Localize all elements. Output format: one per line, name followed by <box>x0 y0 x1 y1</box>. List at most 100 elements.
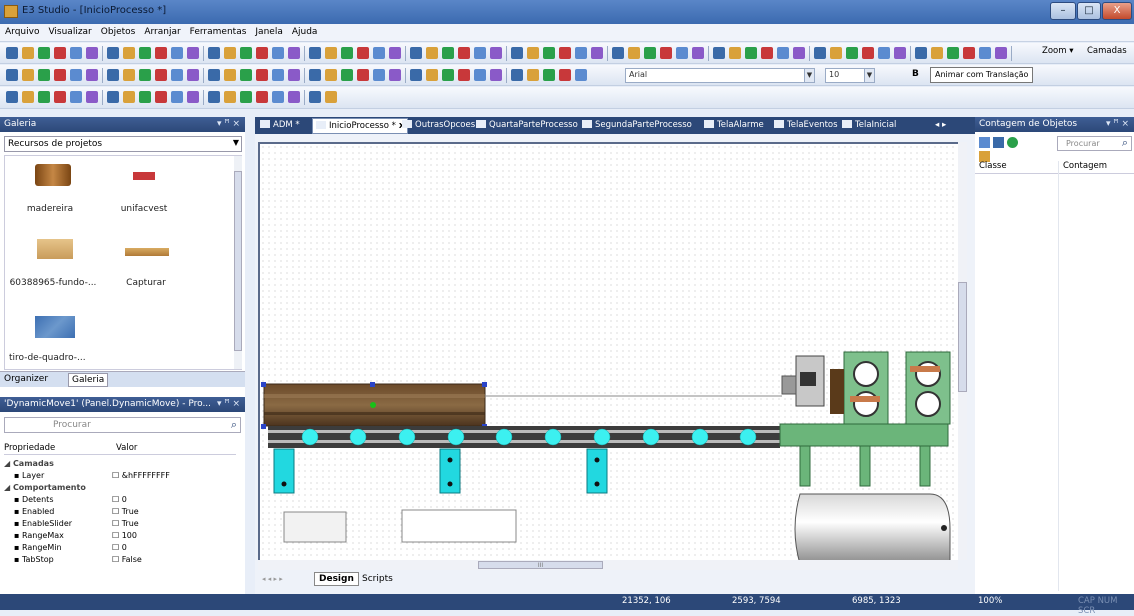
property-row[interactable]: ▪ Enabled ☐ True <box>4 507 236 518</box>
toolbar-tool-icon[interactable] <box>325 47 337 59</box>
gallery-thumb-capturar[interactable] <box>125 248 169 256</box>
close-window-button[interactable]: X <box>1102 2 1132 20</box>
maximize-button[interactable]: □ <box>1077 2 1101 20</box>
toolbar-tool-icon[interactable] <box>474 69 486 81</box>
gallery-thumb-madereira[interactable] <box>35 164 71 186</box>
property-group[interactable]: ◢ Comportamento <box>4 483 236 494</box>
tab-design[interactable]: Design <box>314 572 359 586</box>
toolbar-tool-icon[interactable] <box>389 47 401 59</box>
toolbar-tool-icon[interactable] <box>240 47 252 59</box>
panel-pin-close-icon[interactable]: ▾ ꟸ × <box>217 399 240 409</box>
toolbar-tool-icon[interactable] <box>426 47 438 59</box>
property-value[interactable]: ☐ True <box>112 519 139 528</box>
toolbar-tool-icon[interactable] <box>256 91 268 103</box>
toolbar-tool-icon[interactable] <box>777 47 789 59</box>
toolbar-tool-icon[interactable] <box>644 47 656 59</box>
log-object[interactable] <box>261 382 487 429</box>
toolbar-tool-icon[interactable] <box>187 91 199 103</box>
property-value[interactable]: ☐ False <box>112 555 142 564</box>
property-group[interactable]: ◢ Camadas <box>4 459 236 470</box>
toolbar-tool-icon[interactable] <box>676 47 688 59</box>
zoom-dropdown[interactable]: Zoom ▾ <box>1042 46 1073 56</box>
toolbar-tool-icon[interactable] <box>171 91 183 103</box>
toolbar-tool-icon[interactable] <box>171 47 183 59</box>
toolbar-tool-icon[interactable] <box>894 47 906 59</box>
toolbar-tool-icon[interactable] <box>107 47 119 59</box>
toolbar-tool-icon[interactable] <box>490 47 502 59</box>
tab-telaeventos[interactable]: TelaEventos <box>774 120 838 130</box>
toolbar-tool-icon[interactable] <box>527 47 539 59</box>
toolbar-tool-icon[interactable] <box>187 47 199 59</box>
toolbar-tool-icon[interactable] <box>139 69 151 81</box>
toolbar-tool-icon[interactable] <box>963 47 975 59</box>
toolbar-tool-icon[interactable] <box>86 91 98 103</box>
toolbar-tool-icon[interactable] <box>410 69 422 81</box>
menu-arranjar[interactable]: Arranjar <box>139 24 184 37</box>
gallery-scrollbar[interactable] <box>234 156 242 369</box>
toolbar-tool-icon[interactable] <box>224 69 236 81</box>
toolbar-tool-icon[interactable] <box>745 47 757 59</box>
toolbar-tool-icon[interactable] <box>490 69 502 81</box>
toolbar-tool-icon[interactable] <box>325 69 337 81</box>
toolbar-tool-icon[interactable] <box>543 69 555 81</box>
toolbar-tool-icon[interactable] <box>155 69 167 81</box>
toolbar-tool-icon[interactable] <box>426 69 438 81</box>
property-row[interactable]: ▪ TabStop ☐ False <box>4 555 236 566</box>
toolbar-tool-icon[interactable] <box>442 47 454 59</box>
toolbar-tool-icon[interactable] <box>123 47 135 59</box>
toolbar-tool-icon[interactable] <box>373 47 385 59</box>
toolbar-tool-icon[interactable] <box>70 47 82 59</box>
object-count-search[interactable]: Procurar ⌕ <box>1057 136 1132 151</box>
sort-az-icon[interactable] <box>993 137 1004 148</box>
toolbar-tool-icon[interactable] <box>288 47 300 59</box>
toolbar-tool-icon[interactable] <box>979 47 991 59</box>
tab-adm[interactable]: ADM * <box>260 120 300 130</box>
toolbar-tool-icon[interactable] <box>309 69 321 81</box>
toolbar-tool-icon[interactable] <box>628 47 640 59</box>
toolbar-tool-icon[interactable] <box>123 91 135 103</box>
tab-scroll-arrows[interactable]: ◂ ▸ <box>935 120 946 130</box>
toolbar-tool-icon[interactable] <box>123 69 135 81</box>
toolbar-tool-icon[interactable] <box>575 69 587 81</box>
toolbar-tool-icon[interactable] <box>272 69 284 81</box>
property-row[interactable]: ▪ RangeMax ☐ 100 <box>4 531 236 542</box>
font-name-select[interactable]: Arial ▼ <box>625 68 815 83</box>
toolbar-tool-icon[interactable] <box>171 69 183 81</box>
toolbar-tool-icon[interactable] <box>793 47 805 59</box>
toolbar-tool-icon[interactable] <box>187 69 199 81</box>
toolbar-tool-icon[interactable] <box>729 47 741 59</box>
tab-galeria[interactable]: Galeria <box>68 373 109 387</box>
toolbar-tool-icon[interactable] <box>830 47 842 59</box>
toolbar-tool-icon[interactable] <box>575 47 587 59</box>
toolbar-tool-icon[interactable] <box>410 47 422 59</box>
toolbar-tool-icon[interactable] <box>814 47 826 59</box>
toolbar-tool-icon[interactable] <box>107 69 119 81</box>
toolbar-tool-icon[interactable] <box>139 91 151 103</box>
property-value[interactable]: ☐ 100 <box>112 531 137 540</box>
menu-arquivo[interactable]: Arquivo <box>0 24 43 37</box>
toolbar-tool-icon[interactable] <box>660 47 672 59</box>
toolbar-tool-icon[interactable] <box>208 69 220 81</box>
toolbar-tool-icon[interactable] <box>591 47 603 59</box>
panel-pin-close-icon[interactable]: ▾ ꟸ × <box>217 119 240 129</box>
toolbar-tool-icon[interactable] <box>442 69 454 81</box>
text-box-2[interactable] <box>401 509 517 543</box>
menu-janela[interactable]: Janela <box>250 24 286 37</box>
tab-inicioprocesso[interactable]: InicioProcesso * x <box>312 118 409 134</box>
property-value[interactable]: ☐ &hFFFFFFFF <box>112 471 170 480</box>
toolbar-tool-icon[interactable] <box>474 47 486 59</box>
toolbar-tool-icon[interactable] <box>995 47 1007 59</box>
toolbar-tool-icon[interactable] <box>341 47 353 59</box>
toolbar-tool-icon[interactable] <box>511 47 523 59</box>
toolbar-tool-icon[interactable] <box>240 69 252 81</box>
toolbar-tool-icon[interactable] <box>713 47 725 59</box>
toolbar-tool-icon[interactable] <box>240 91 252 103</box>
toolbar-tool-icon[interactable] <box>527 69 539 81</box>
toolbar-tool-icon[interactable] <box>288 91 300 103</box>
toolbar-tool-icon[interactable] <box>224 91 236 103</box>
toolbar-tool-icon[interactable] <box>54 69 66 81</box>
tab-scripts[interactable]: Scripts <box>358 573 397 585</box>
toolbar-tool-icon[interactable] <box>357 69 369 81</box>
property-value[interactable]: ☐ 0 <box>112 543 127 552</box>
minimize-button[interactable]: – <box>1050 2 1076 20</box>
